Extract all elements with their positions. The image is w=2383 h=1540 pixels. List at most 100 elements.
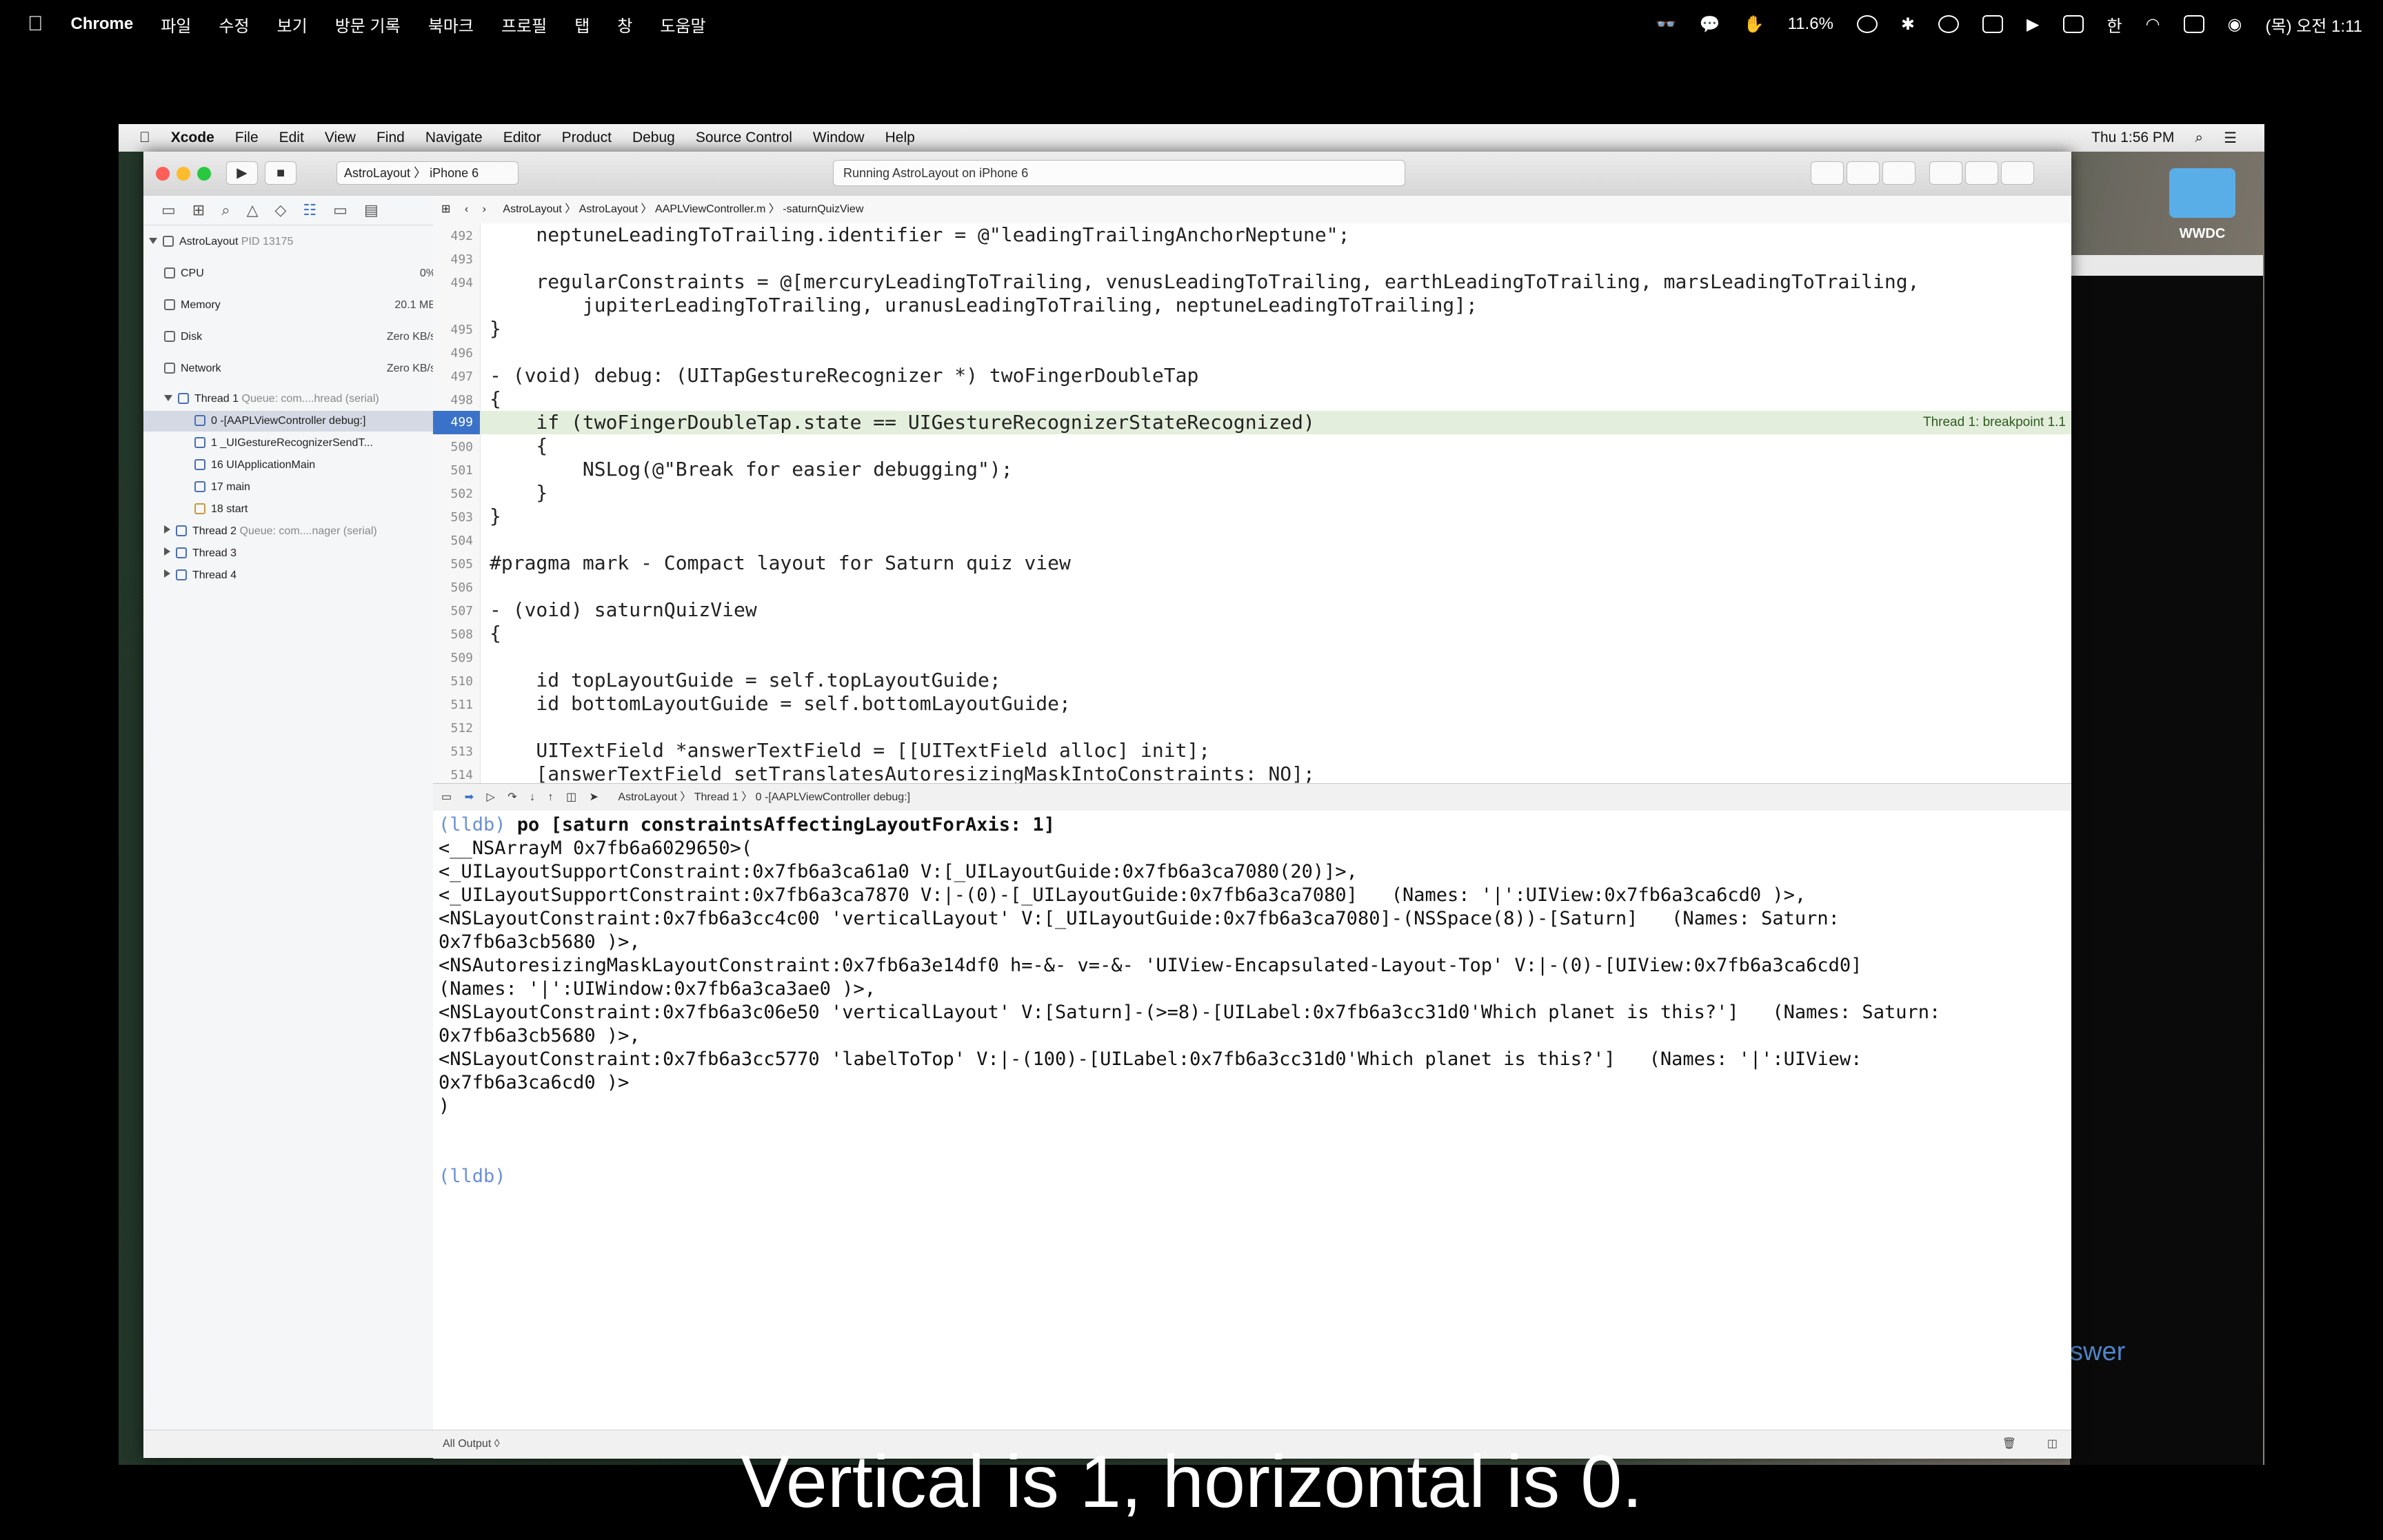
step-out-icon[interactable]: ↑ [548, 791, 554, 803]
host-menu-view[interactable]: 보기 [277, 12, 308, 37]
step-into-icon[interactable]: ↓ [530, 791, 535, 803]
input-method[interactable]: 한 [2107, 12, 2122, 37]
debug-crumb-frame[interactable]: 0 -[AAPLViewController debug:] [756, 791, 910, 803]
xcode-menu-product[interactable]: Product [562, 130, 612, 146]
gauge-network[interactable]: Network Zero KB/s [143, 358, 454, 379]
host-menu-history[interactable]: 방문 기록 [335, 12, 401, 37]
glasses-icon[interactable]: 👓 [1656, 14, 1676, 34]
thread-4-row[interactable]: Thread 4 [143, 565, 454, 586]
xcode-menu-source-control[interactable]: Source Control [696, 130, 792, 146]
host-menu-profile[interactable]: 프로필 [501, 12, 547, 37]
jump-project[interactable]: AstroLayout [503, 203, 561, 215]
breakpoint-navigator-icon[interactable]: ▭ [333, 201, 348, 219]
code-line[interactable]: - (void) debug: (UITapGestureRecognizer … [490, 364, 1198, 387]
code-line[interactable]: regularConstraints = @[mercuryLeadingToT… [490, 270, 1919, 294]
toggle-icon[interactable] [1856, 15, 1878, 33]
window-icon[interactable] [1982, 15, 2004, 33]
stop-button[interactable]: ■ [265, 161, 296, 185]
desktop-folder[interactable]: WWDC [2168, 168, 2237, 242]
xcode-menu-edit[interactable]: Edit [279, 130, 304, 146]
xcode-menu-view[interactable]: View [325, 130, 356, 146]
battery-icon[interactable] [2062, 15, 2084, 33]
toggle-navigator-button[interactable] [1929, 161, 1962, 185]
close-window-button[interactable] [156, 167, 170, 181]
report-navigator-icon[interactable]: ▤ [364, 201, 379, 219]
code-line[interactable]: if (twoFingerDoubleTap.state == UIGestur… [490, 411, 1314, 434]
test-navigator-icon[interactable]: ◇ [274, 201, 286, 219]
code-line[interactable]: } [490, 317, 501, 341]
xcode-clock[interactable]: Thu 1:56 PM [2091, 130, 2174, 146]
host-clock[interactable]: (목) 오전 1:11 [2266, 12, 2363, 37]
version-editor-button[interactable] [1882, 161, 1916, 185]
scheme-selector[interactable]: AstroLayout 〉 iPhone 6 [336, 161, 519, 185]
xcode-menu-help[interactable]: Help [885, 130, 915, 146]
host-menu-edit[interactable]: 수정 [219, 12, 249, 37]
debug-console[interactable]: (lldb) po [saturn constraintsAffectingLa… [433, 811, 2071, 1430]
host-menu-tab[interactable]: 탭 [574, 12, 590, 37]
debug-crumb-project[interactable]: AstroLayout [618, 791, 676, 803]
thread-3-row[interactable]: Thread 3 [143, 543, 454, 564]
zoom-window-button[interactable] [197, 167, 211, 181]
list-icon[interactable]: ☰ [2224, 130, 2237, 147]
bluetooth-icon[interactable]: ✱ [1901, 14, 1915, 34]
host-app-menu[interactable]: Chrome [71, 14, 134, 34]
host-menu-help[interactable]: 도움말 [660, 12, 705, 37]
jump-method[interactable]: -saturnQuizView [783, 203, 863, 215]
xcode-menu-navigate[interactable]: Navigate [425, 130, 483, 146]
xcode-menu-file[interactable]: File [235, 130, 259, 146]
code-line[interactable]: jupiterLeadingToTrailing, uranusLeadingT… [490, 294, 1478, 317]
gauge-disk[interactable]: Disk Zero KB/s [143, 327, 454, 347]
control-center-icon[interactable] [2183, 15, 2204, 33]
location-icon[interactable]: ➤ [590, 791, 599, 803]
thread-2-row[interactable]: Thread 2 Queue: com....nager (serial) [143, 521, 454, 542]
debug-navigator-icon[interactable]: ☷ [303, 201, 316, 219]
play-icon[interactable]: ▶ [2027, 14, 2039, 34]
code-line[interactable]: #pragma mark - Compact layout for Saturn… [490, 551, 1071, 575]
project-navigator-icon[interactable]: ▭ [161, 201, 176, 219]
xcode-menu-debug[interactable]: Debug [632, 130, 675, 146]
code-line[interactable]: id bottomLayoutGuide = self.bottomLayout… [490, 692, 1070, 716]
debug-crumb-thread[interactable]: Thread 1 [694, 791, 738, 803]
jump-group[interactable]: AstroLayout [579, 203, 638, 215]
host-menu-window[interactable]: 창 [617, 12, 632, 37]
xcode-menu-find[interactable]: Find [376, 130, 405, 146]
process-row[interactable]: AstroLayout PID 13175 [143, 232, 439, 252]
related-items-icon[interactable]: ⊞ [441, 203, 450, 215]
user-icon[interactable] [1938, 15, 1960, 33]
run-button[interactable]: ▶ [226, 161, 258, 185]
chat-icon[interactable]: 💬 [1700, 14, 1720, 34]
find-navigator-icon[interactable]: ⌕ [221, 201, 230, 219]
jump-file[interactable]: AAPLViewController.m [655, 203, 765, 215]
code-line[interactable]: NSLog(@"Break for easier debugging"); [490, 458, 1013, 481]
breakpoints-toggle-icon[interactable]: ➡ [465, 791, 474, 803]
xcode-menu-editor[interactable]: Editor [503, 130, 541, 146]
hide-debug-area-icon[interactable]: ▭ [441, 791, 452, 803]
minimize-window-button[interactable] [177, 167, 190, 181]
code-line[interactable]: id topLayoutGuide = self.topLayoutGuide; [490, 669, 1001, 692]
gauge-cpu[interactable]: CPU 0% [143, 263, 454, 284]
code-line[interactable]: UITextField *answerTextField = [[UITextF… [490, 739, 1210, 762]
host-menu-bookmarks[interactable]: 북마크 [428, 12, 474, 37]
code-line[interactable]: [answerTextField setTranslatesAutoresizi… [490, 762, 1314, 783]
code-line[interactable]: - (void) saturnQuizView [490, 598, 757, 622]
code-line[interactable]: } [490, 505, 501, 528]
thread-1-row[interactable]: Thread 1 Queue: com....hread (serial) [143, 389, 454, 409]
siri-icon[interactable]: ◉ [2228, 14, 2242, 34]
issue-navigator-icon[interactable]: △ [247, 201, 259, 219]
wifi-icon[interactable]: ◠ [2146, 14, 2160, 34]
toggle-utilities-button[interactable] [2001, 161, 2034, 185]
code-line[interactable]: } [490, 481, 547, 505]
continue-icon[interactable]: ▷ [486, 791, 494, 803]
xcode-apple-icon[interactable]:  [139, 130, 150, 146]
line-gutter[interactable]: 492 493 494 495 496 497 498 499 500 501 502 503 504 5… [433, 223, 481, 783]
source-editor[interactable]: 492 493 494 495 496 497 498 499 500 501 502 503 504 5… [433, 223, 2071, 783]
code-line[interactable]: neptuneLeadingToTrailing.identifier = @"… [490, 223, 1349, 247]
code-line[interactable]: { [490, 387, 501, 411]
symbol-navigator-icon[interactable]: ⊞ [192, 201, 205, 219]
forward-icon[interactable]: › [483, 203, 486, 215]
host-menu-file[interactable]: 파일 [161, 12, 191, 37]
back-icon[interactable]: ‹ [465, 203, 468, 215]
step-over-icon[interactable]: ↷ [507, 791, 516, 803]
toggle-debug-area-button[interactable] [1965, 161, 1998, 185]
code-line[interactable]: { [490, 434, 547, 458]
